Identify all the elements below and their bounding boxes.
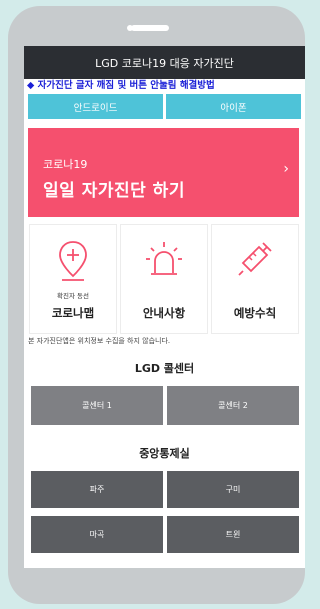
tile-notice-label: 안내사항: [142, 306, 186, 320]
os-button-row: 안드로이드 아이폰: [24, 94, 305, 119]
tile-prevention[interactable]: 예방수칙: [211, 224, 299, 334]
callcenter-1-button[interactable]: 콜센터 1: [31, 386, 163, 425]
magok-button[interactable]: 마곡: [31, 516, 163, 553]
speaker-slot: [131, 25, 169, 31]
syringe-icon: [238, 242, 272, 276]
callcenter-row: 콜센터 1 콜센터 2: [24, 386, 305, 425]
tile-notice[interactable]: 안내사항: [120, 224, 208, 334]
control-room-title: 중앙통제실: [139, 447, 190, 460]
screen: LGD 코로나19 대응 자가진단 ◆ 자가진단 글자 깨짐 및 버튼 안눌림 …: [24, 46, 305, 568]
control-row-2: 마곡 트윈: [24, 516, 305, 553]
fix-notice-link[interactable]: ◆ 자가진단 글자 깨짐 및 버튼 안눌림 해결방법: [24, 79, 305, 93]
hero-subtitle: 코로나19: [43, 158, 88, 171]
control-row-1: 파주 구미: [24, 471, 305, 508]
gumi-button[interactable]: 구미: [167, 471, 299, 508]
app-header: LGD 코로나19 대응 자가진단: [24, 46, 305, 79]
daily-self-check-banner[interactable]: 코로나19 일일 자가진단 하기 ›: [28, 128, 299, 217]
twin-button[interactable]: 트윈: [167, 516, 299, 553]
tile-prevention-label: 예방수칙: [233, 306, 277, 320]
tile-corona-map-label: 코로나맵: [51, 306, 95, 320]
android-button[interactable]: 안드로이드: [28, 94, 163, 119]
privacy-note: 본 자가진단앱은 위치정보 수집을 하지 않습니다.: [28, 337, 171, 345]
tile-corona-map[interactable]: 확진자 동선 코로나맵: [29, 224, 117, 334]
siren-icon: [146, 242, 182, 275]
paju-button[interactable]: 파주: [31, 471, 163, 508]
iphone-button[interactable]: 아이폰: [166, 94, 301, 119]
tile-corona-map-sub: 확진자 동선: [57, 292, 89, 300]
chevron-right-icon: ›: [283, 161, 289, 177]
menu-tiles: 확진자 동선 코로나맵 안내사항 예방수칙: [29, 224, 299, 334]
map-pin-plus-icon: [59, 241, 87, 281]
callcenter-2-button[interactable]: 콜센터 2: [167, 386, 299, 425]
app-title: LGD 코로나19 대응 자가진단: [95, 56, 234, 70]
hero-title: 일일 자가진단 하기: [43, 181, 185, 201]
callcenter-title: LGD 콜센터: [134, 362, 195, 375]
